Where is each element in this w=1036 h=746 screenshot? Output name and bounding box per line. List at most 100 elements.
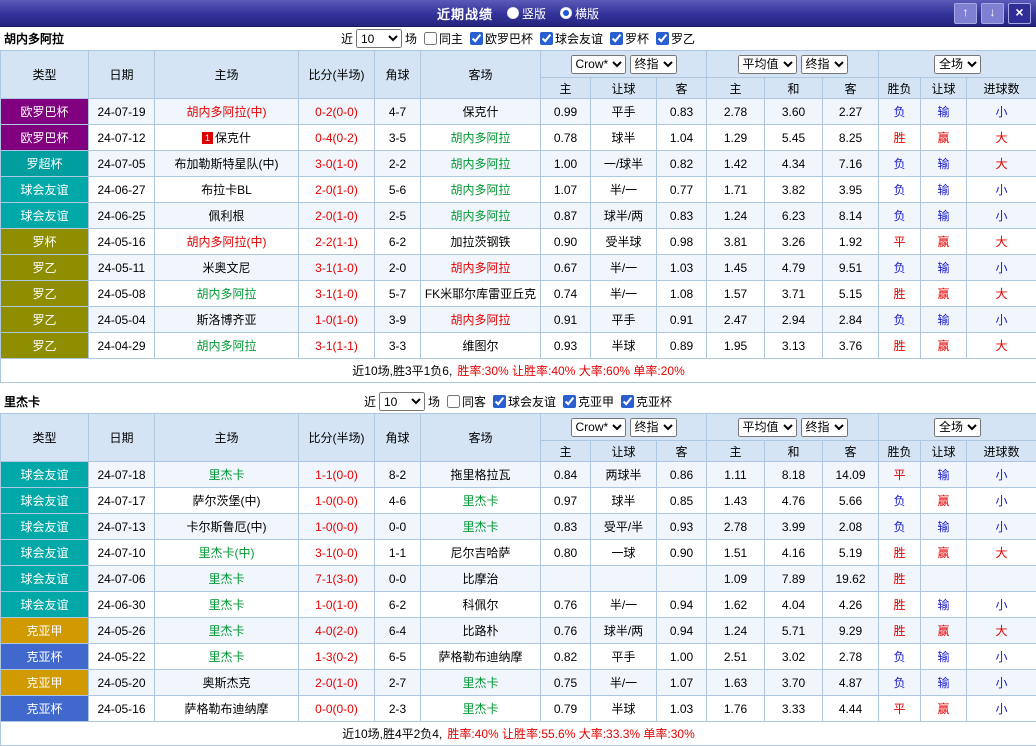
away-team: 萨格勒布迪纳摩 <box>421 644 541 670</box>
same-venue-checkbox[interactable] <box>447 395 460 408</box>
near-label: 近 <box>364 393 376 410</box>
average-select[interactable]: 平均值 <box>738 418 797 437</box>
away-team: 胡内多阿拉 <box>421 151 541 177</box>
sub-col-header: 客 <box>657 78 707 99</box>
corners: 2-3 <box>375 696 421 722</box>
league-filter[interactable]: 球会友谊 <box>540 30 603 47</box>
odds-home: 1.00 <box>541 151 591 177</box>
match-date: 24-05-11 <box>89 255 155 281</box>
league-filter[interactable]: 克亚杯 <box>621 393 672 410</box>
average-select[interactable]: 平均值 <box>738 55 797 74</box>
corners: 8-2 <box>375 462 421 488</box>
odds-away: 0.83 <box>657 99 707 125</box>
away-team: 拖里格拉瓦 <box>421 462 541 488</box>
corners: 2-5 <box>375 203 421 229</box>
league-checkbox[interactable] <box>470 32 483 45</box>
layout-radio-vertical[interactable]: 竖版 <box>507 5 546 22</box>
avg-home: 2.78 <box>707 99 765 125</box>
avg-draw: 2.94 <box>765 307 823 333</box>
odds-away: 0.90 <box>657 540 707 566</box>
avg-away: 8.25 <box>823 125 879 151</box>
same-venue-filter[interactable]: 同主 <box>424 30 463 47</box>
same-venue-filter[interactable]: 同客 <box>447 393 486 410</box>
odds-handicap: 一球 <box>591 540 657 566</box>
result-handicap <box>921 566 967 592</box>
team-name: 胡内多阿拉 <box>4 30 64 47</box>
result-goals: 小 <box>967 307 1036 333</box>
odds-stage-select[interactable]: 终指 <box>630 418 677 437</box>
match-row: 球会友谊24-07-13卡尔斯鲁厄(中)1-0(0-0)0-0里杰卡0.83受平… <box>1 514 1036 540</box>
sub-col-header: 让球 <box>921 78 967 99</box>
bookmaker-select[interactable]: Crow* <box>571 418 626 437</box>
league-filter[interactable]: 罗杯 <box>610 30 649 47</box>
odds-handicap: 半球 <box>591 696 657 722</box>
avg-draw: 3.70 <box>765 670 823 696</box>
away-team: 科佩尔 <box>421 592 541 618</box>
league-badge: 罗超杯 <box>1 151 89 177</box>
filter-bar: 里杰卡近10场同客球会友谊克亚甲克亚杯 <box>0 390 1036 413</box>
same-venue-checkbox[interactable] <box>424 32 437 45</box>
avg-draw: 3.82 <box>765 177 823 203</box>
away-team: 比路朴 <box>421 618 541 644</box>
layout-radio-horizontal[interactable]: 横版 <box>560 5 599 22</box>
scroll-down-button[interactable]: ↓ <box>981 3 1004 24</box>
result-wdl: 胜 <box>879 566 921 592</box>
match-score: 2-0(1-0) <box>299 177 375 203</box>
odds-handicap: 一/球半 <box>591 151 657 177</box>
avg-home: 1.51 <box>707 540 765 566</box>
odds-home: 0.91 <box>541 307 591 333</box>
bookmaker-select[interactable]: Crow* <box>571 55 626 74</box>
league-filter[interactable]: 罗乙 <box>656 30 695 47</box>
odds-handicap <box>591 566 657 592</box>
match-score: 2-0(1-0) <box>299 670 375 696</box>
scope-select[interactable]: 全场 <box>934 55 981 74</box>
odds-home: 0.99 <box>541 99 591 125</box>
avg-home: 2.47 <box>707 307 765 333</box>
result-handicap: 输 <box>921 307 967 333</box>
corners: 2-0 <box>375 255 421 281</box>
odds-home: 0.84 <box>541 462 591 488</box>
odds-stage-select[interactable]: 终指 <box>630 55 677 74</box>
sub-col-header: 让球 <box>591 78 657 99</box>
col-header: 角球 <box>375 414 421 462</box>
home-team: 胡内多阿拉(中) <box>155 99 299 125</box>
league-badge: 克亚杯 <box>1 644 89 670</box>
avg-home: 2.78 <box>707 514 765 540</box>
match-row: 克亚甲24-05-20奥斯杰克2-0(1-0)2-7里杰卡0.75半/一1.07… <box>1 670 1036 696</box>
scroll-up-button[interactable]: ↑ <box>954 3 977 24</box>
league-checkbox[interactable] <box>493 395 506 408</box>
match-date: 24-05-08 <box>89 281 155 307</box>
league-checkbox[interactable] <box>656 32 669 45</box>
odds-handicap: 半/一 <box>591 281 657 307</box>
result-handicap: 输 <box>921 151 967 177</box>
home-team: 胡内多阿拉(中) <box>155 229 299 255</box>
avg-draw: 4.76 <box>765 488 823 514</box>
league-filter[interactable]: 克亚甲 <box>563 393 614 410</box>
avg-stage-select[interactable]: 终指 <box>801 418 848 437</box>
away-team: 里杰卡 <box>421 488 541 514</box>
odds-handicap: 半球 <box>591 333 657 359</box>
league-badge: 球会友谊 <box>1 177 89 203</box>
league-checkbox[interactable] <box>540 32 553 45</box>
result-goals: 小 <box>967 592 1036 618</box>
match-row: 罗杯24-05-16胡内多阿拉(中)2-2(1-1)6-2加拉茨钢铁0.90受半… <box>1 229 1036 255</box>
result-handicap: 输 <box>921 670 967 696</box>
away-team: 里杰卡 <box>421 696 541 722</box>
games-count-select[interactable]: 10 <box>379 392 425 411</box>
avg-home: 1.42 <box>707 151 765 177</box>
close-button[interactable]: × <box>1008 3 1031 24</box>
league-filter[interactable]: 欧罗巴杯 <box>470 30 533 47</box>
games-count-select[interactable]: 10 <box>356 29 402 48</box>
col-header: 日期 <box>89 414 155 462</box>
scope-select[interactable]: 全场 <box>934 418 981 437</box>
avg-stage-select[interactable]: 终指 <box>801 55 848 74</box>
league-filter[interactable]: 球会友谊 <box>493 393 556 410</box>
league-checkbox[interactable] <box>563 395 576 408</box>
away-team: 维图尔 <box>421 333 541 359</box>
league-checkbox[interactable] <box>610 32 623 45</box>
col-header: 类型 <box>1 51 89 99</box>
league-checkbox[interactable] <box>621 395 634 408</box>
league-badge: 球会友谊 <box>1 203 89 229</box>
odds-handicap: 球半/两 <box>591 618 657 644</box>
odds-home <box>541 566 591 592</box>
